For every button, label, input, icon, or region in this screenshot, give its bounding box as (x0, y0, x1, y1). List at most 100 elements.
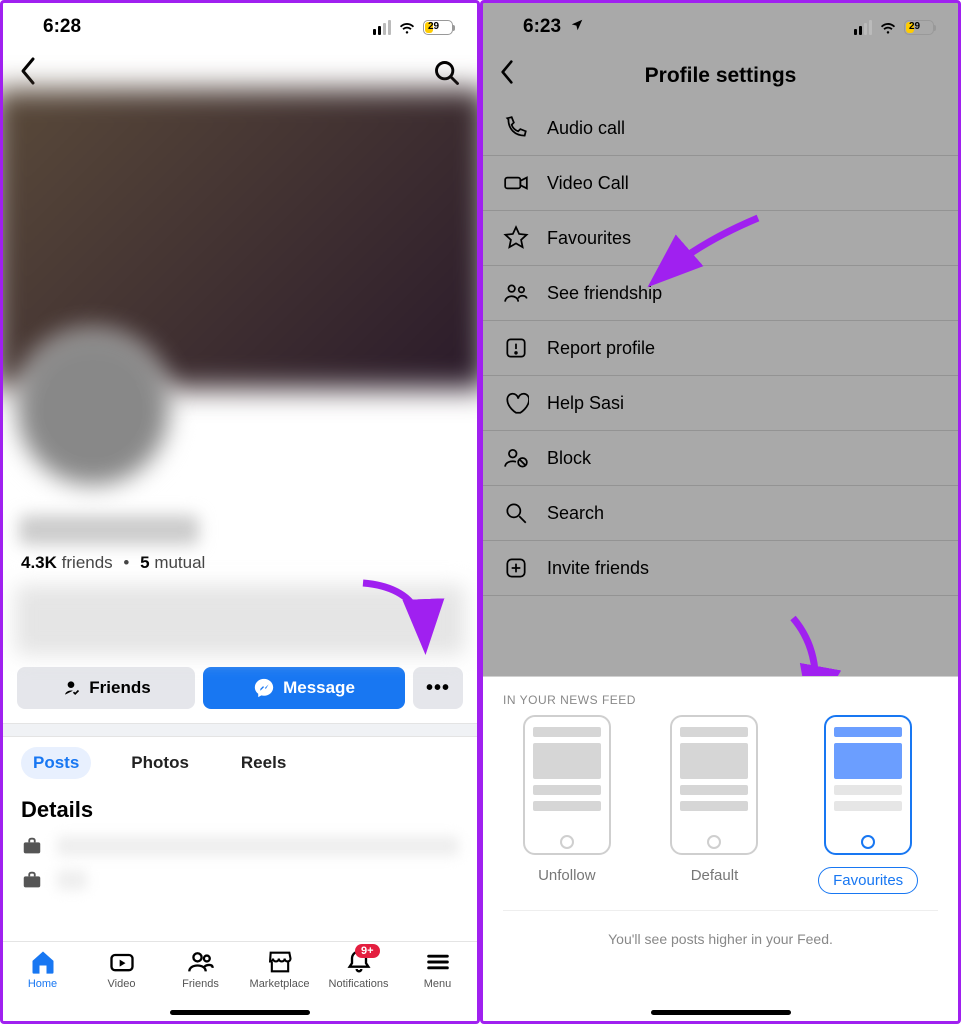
setting-label: Video Call (547, 173, 629, 194)
sheet-footer: You'll see posts higher in your Feed. (503, 910, 938, 947)
separator-dot: • (123, 553, 129, 572)
setting-report-profile[interactable]: Report profile (483, 321, 958, 376)
default-illustration (670, 715, 758, 855)
video-icon (108, 948, 136, 976)
tab-notifications[interactable]: 9+ Notifications (324, 948, 394, 990)
tab-menu-label: Menu (424, 978, 452, 990)
setting-label: Help Sasi (547, 393, 624, 414)
back-button[interactable] (499, 59, 515, 93)
feed-options-row: Unfollow Default Favourites (483, 715, 958, 910)
settings-header: Profile settings (483, 51, 958, 101)
tab-photos[interactable]: Photos (119, 747, 201, 779)
tab-notifications-label: Notifications (329, 978, 389, 990)
favourites-illustration (824, 715, 912, 855)
setting-label: See friendship (547, 283, 662, 304)
person-check-icon (61, 678, 81, 698)
feed-option-unfollow[interactable]: Unfollow (523, 715, 611, 894)
feed-option-label: Favourites (818, 867, 918, 894)
profile-photo-area (3, 389, 477, 509)
home-indicator (170, 1010, 310, 1015)
profile-photo[interactable] (13, 329, 173, 489)
mutual-count: 5 (140, 553, 149, 572)
notification-badge: 9+ (355, 944, 380, 958)
friends-count: 4.3K (21, 553, 57, 572)
location-icon (570, 16, 584, 38)
phone-icon (503, 115, 529, 141)
setting-label: Report profile (547, 338, 655, 359)
bottom-tab-bar: Home Video Friends Marketplace 9+ Notifi… (3, 941, 477, 1021)
detail-text-blur (57, 836, 459, 856)
hamburger-icon (424, 948, 452, 976)
friends-icon (187, 948, 215, 976)
mutual-label: mutual (154, 553, 205, 572)
tab-menu[interactable]: Menu (403, 948, 473, 990)
feed-option-favourites[interactable]: Favourites (818, 715, 918, 894)
cellular-icon (373, 20, 391, 35)
unfollow-illustration (523, 715, 611, 855)
message-button-label: Message (283, 678, 355, 698)
feed-option-default[interactable]: Default (670, 715, 758, 894)
friends-button[interactable]: Friends (17, 667, 195, 709)
feed-option-label: Default (691, 867, 739, 884)
right-phone-settings: 6:23 29 Profile settings Audio call Vide… (480, 0, 961, 1024)
status-bar: 6:28 29 (3, 3, 477, 51)
messenger-icon (253, 677, 275, 699)
more-options-button[interactable]: ••• (413, 667, 463, 709)
tab-video[interactable]: Video (87, 948, 157, 990)
wifi-icon (397, 17, 417, 37)
profile-tabs: Posts Photos Reels (3, 737, 477, 789)
wifi-icon (878, 17, 898, 37)
setting-favourites[interactable]: Favourites (483, 211, 958, 266)
home-icon (29, 948, 57, 976)
settings-list: Audio call Video Call Favourites See fri… (483, 101, 958, 596)
status-right: 29 (854, 17, 934, 37)
setting-label: Search (547, 503, 604, 524)
details-heading: Details (3, 789, 477, 829)
plus-box-icon (503, 555, 529, 581)
cellular-icon (854, 20, 872, 35)
heart-icon (503, 390, 529, 416)
tab-friends-label: Friends (182, 978, 219, 990)
tab-home-label: Home (28, 978, 57, 990)
tab-posts[interactable]: Posts (21, 747, 91, 779)
marketplace-icon (266, 948, 294, 976)
setting-video-call[interactable]: Video Call (483, 156, 958, 211)
setting-search[interactable]: Search (483, 486, 958, 541)
battery-icon: 29 (904, 20, 934, 35)
tab-friends[interactable]: Friends (166, 948, 236, 990)
setting-label: Invite friends (547, 558, 649, 579)
setting-label: Favourites (547, 228, 631, 249)
news-feed-sheet: IN YOUR NEWS FEED Unfollow Default (483, 676, 958, 1021)
tab-marketplace[interactable]: Marketplace (245, 948, 315, 990)
search-button[interactable] (433, 59, 461, 92)
settings-title: Profile settings (645, 64, 797, 88)
message-button[interactable]: Message (203, 667, 405, 709)
tab-video-label: Video (108, 978, 136, 990)
tab-reels[interactable]: Reels (229, 747, 298, 779)
detail-row-work-2 (3, 863, 477, 897)
friend-stats: 4.3K friends • 5 mutual (3, 553, 477, 581)
star-icon (503, 225, 529, 251)
home-indicator (651, 1010, 791, 1015)
setting-see-friendship[interactable]: See friendship (483, 266, 958, 321)
setting-label: Block (547, 448, 591, 469)
section-divider (3, 723, 477, 737)
setting-audio-call[interactable]: Audio call (483, 101, 958, 156)
profile-name (19, 515, 199, 545)
setting-invite-friends[interactable]: Invite friends (483, 541, 958, 596)
tab-home[interactable]: Home (8, 948, 78, 990)
block-icon (503, 445, 529, 471)
status-time-group: 6:23 (523, 16, 584, 38)
setting-help[interactable]: Help Sasi (483, 376, 958, 431)
detail-text-blur (57, 870, 87, 890)
status-time: 6:23 (523, 16, 561, 37)
friends-button-label: Friends (89, 678, 150, 698)
profile-action-row: Friends Message ••• (3, 659, 477, 723)
status-time: 6:28 (43, 16, 81, 38)
profile-bio (15, 585, 465, 655)
battery-icon: 29 (423, 20, 453, 35)
sheet-heading: IN YOUR NEWS FEED (483, 677, 958, 715)
videocam-icon (503, 170, 529, 196)
setting-block[interactable]: Block (483, 431, 958, 486)
search-icon (503, 500, 529, 526)
